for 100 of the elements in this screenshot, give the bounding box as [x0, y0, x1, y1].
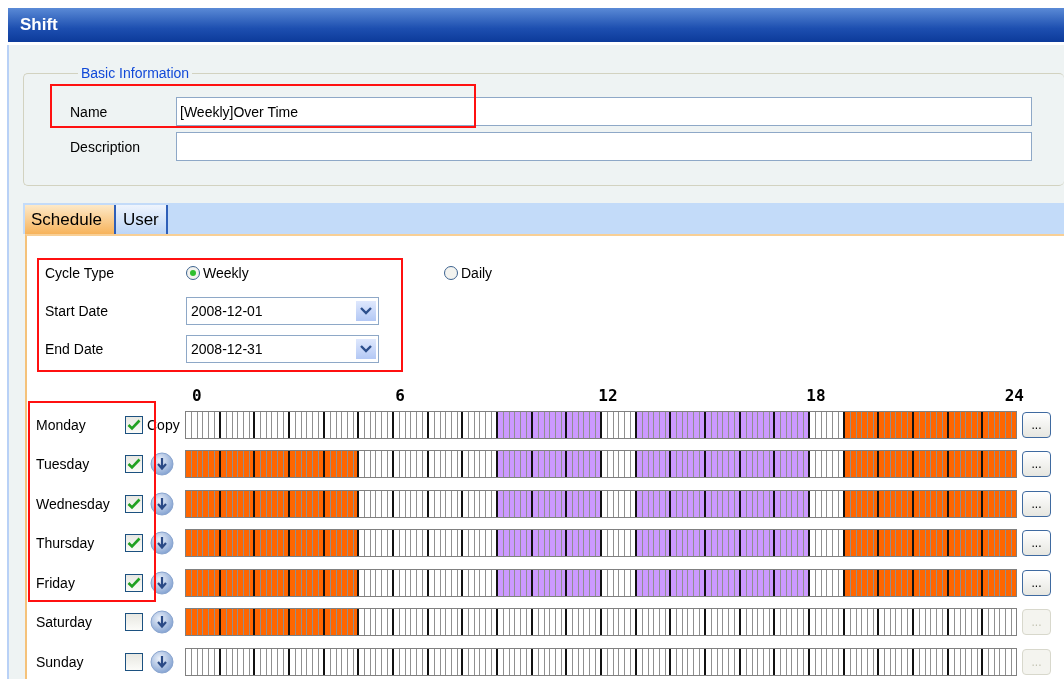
more-button[interactable]: ... — [1022, 490, 1051, 517]
date-dropdown[interactable]: 2008-12-01 — [186, 297, 379, 325]
hour-slot[interactable] — [740, 490, 776, 517]
hour-slot[interactable] — [636, 569, 672, 596]
hour-slot[interactable] — [671, 451, 707, 478]
hour-slot[interactable] — [844, 411, 880, 438]
hour-slot[interactable] — [532, 490, 568, 517]
hour-slot[interactable] — [775, 411, 811, 438]
hour-slot[interactable] — [671, 411, 707, 438]
hour-slot[interactable] — [567, 451, 603, 478]
timeline-bar[interactable] — [185, 410, 1017, 439]
hour-slot[interactable] — [255, 569, 290, 596]
hour-slot[interactable] — [186, 609, 221, 636]
hour-slot[interactable] — [948, 530, 984, 557]
hour-slot[interactable] — [255, 490, 290, 517]
timeline-bar[interactable] — [185, 568, 1017, 597]
hour-slot[interactable] — [948, 569, 984, 596]
hour-slot[interactable] — [636, 411, 672, 438]
hour-slot[interactable] — [775, 530, 811, 557]
description-field[interactable] — [176, 132, 1032, 161]
more-button[interactable]: ... — [1022, 569, 1051, 596]
checkbox[interactable] — [125, 573, 143, 592]
hour-slot[interactable] — [914, 569, 949, 596]
timeline-bar[interactable] — [185, 608, 1017, 637]
hour-slot[interactable] — [706, 490, 741, 517]
hour-slot[interactable] — [324, 530, 360, 557]
hour-slot[interactable] — [567, 569, 603, 596]
hour-slot[interactable] — [220, 530, 256, 557]
date-dropdown[interactable]: 2008-12-31 — [186, 335, 379, 363]
name-field[interactable]: [Weekly]Over Time — [176, 97, 1032, 126]
timeline-bar[interactable] — [185, 489, 1017, 518]
hour-slot[interactable] — [740, 411, 776, 438]
hour-slot[interactable] — [706, 451, 741, 478]
checkbox[interactable] — [125, 415, 143, 434]
hour-slot[interactable] — [879, 569, 915, 596]
hour-slot[interactable] — [775, 490, 811, 517]
timeline-bar[interactable] — [185, 529, 1017, 558]
hour-slot[interactable] — [879, 490, 915, 517]
hour-slot[interactable] — [532, 530, 568, 557]
hour-slot[interactable] — [290, 530, 325, 557]
hour-slot[interactable] — [324, 609, 360, 636]
hour-slot[interactable] — [498, 530, 533, 557]
hour-slot[interactable] — [498, 451, 533, 478]
hour-slot[interactable] — [324, 451, 360, 478]
hour-slot[interactable] — [671, 490, 707, 517]
dropdown-icon[interactable] — [356, 301, 376, 321]
hour-slot[interactable] — [844, 451, 880, 478]
hour-slot[interactable] — [220, 609, 256, 636]
hour-slot[interactable] — [879, 530, 915, 557]
dropdown-icon[interactable] — [356, 339, 376, 359]
hour-slot[interactable] — [290, 609, 325, 636]
hour-slot[interactable] — [186, 569, 221, 596]
hour-slot[interactable] — [914, 451, 949, 478]
hour-slot[interactable] — [844, 569, 880, 596]
more-button[interactable]: ... — [1022, 411, 1051, 438]
hour-slot[interactable] — [498, 490, 533, 517]
hour-slot[interactable] — [220, 569, 256, 596]
hour-slot[interactable] — [290, 451, 325, 478]
hour-slot[interactable] — [948, 451, 984, 478]
timeline-bar[interactable] — [185, 647, 1017, 676]
hour-slot[interactable] — [775, 569, 811, 596]
hour-slot[interactable] — [948, 490, 984, 517]
checkbox[interactable] — [125, 613, 143, 632]
tab[interactable]: Schedule — [25, 205, 116, 234]
hour-slot[interactable] — [844, 530, 880, 557]
hour-slot[interactable] — [636, 490, 672, 517]
hour-slot[interactable] — [706, 411, 741, 438]
hour-slot[interactable] — [532, 411, 568, 438]
hour-slot[interactable] — [255, 609, 290, 636]
hour-slot[interactable] — [255, 530, 290, 557]
hour-slot[interactable] — [186, 490, 221, 517]
radio-button[interactable] — [186, 266, 200, 280]
hour-slot[interactable] — [844, 490, 880, 517]
hour-slot[interactable] — [914, 530, 949, 557]
hour-slot[interactable] — [706, 569, 741, 596]
hour-slot[interactable] — [186, 530, 221, 557]
hour-slot[interactable] — [706, 530, 741, 557]
hour-slot[interactable] — [498, 569, 533, 596]
hour-slot[interactable] — [740, 451, 776, 478]
hour-slot[interactable] — [879, 451, 915, 478]
hour-slot[interactable] — [532, 451, 568, 478]
hour-slot[interactable] — [186, 451, 221, 478]
checkbox[interactable] — [125, 652, 143, 671]
hour-slot[interactable] — [290, 569, 325, 596]
hour-slot[interactable] — [740, 569, 776, 596]
hour-slot[interactable] — [255, 451, 290, 478]
hour-slot[interactable] — [775, 451, 811, 478]
hour-slot[interactable] — [220, 490, 256, 517]
hour-slot[interactable] — [914, 490, 949, 517]
hour-slot[interactable] — [879, 411, 915, 438]
hour-slot[interactable] — [532, 569, 568, 596]
more-button[interactable]: ... — [1022, 451, 1051, 478]
hour-slot[interactable] — [914, 411, 949, 438]
hour-slot[interactable] — [636, 530, 672, 557]
tab[interactable]: User — [115, 205, 168, 234]
radio-button[interactable] — [444, 266, 458, 280]
checkbox[interactable] — [125, 455, 143, 474]
hour-slot[interactable] — [671, 530, 707, 557]
hour-slot[interactable] — [290, 490, 325, 517]
hour-slot[interactable] — [567, 411, 603, 438]
